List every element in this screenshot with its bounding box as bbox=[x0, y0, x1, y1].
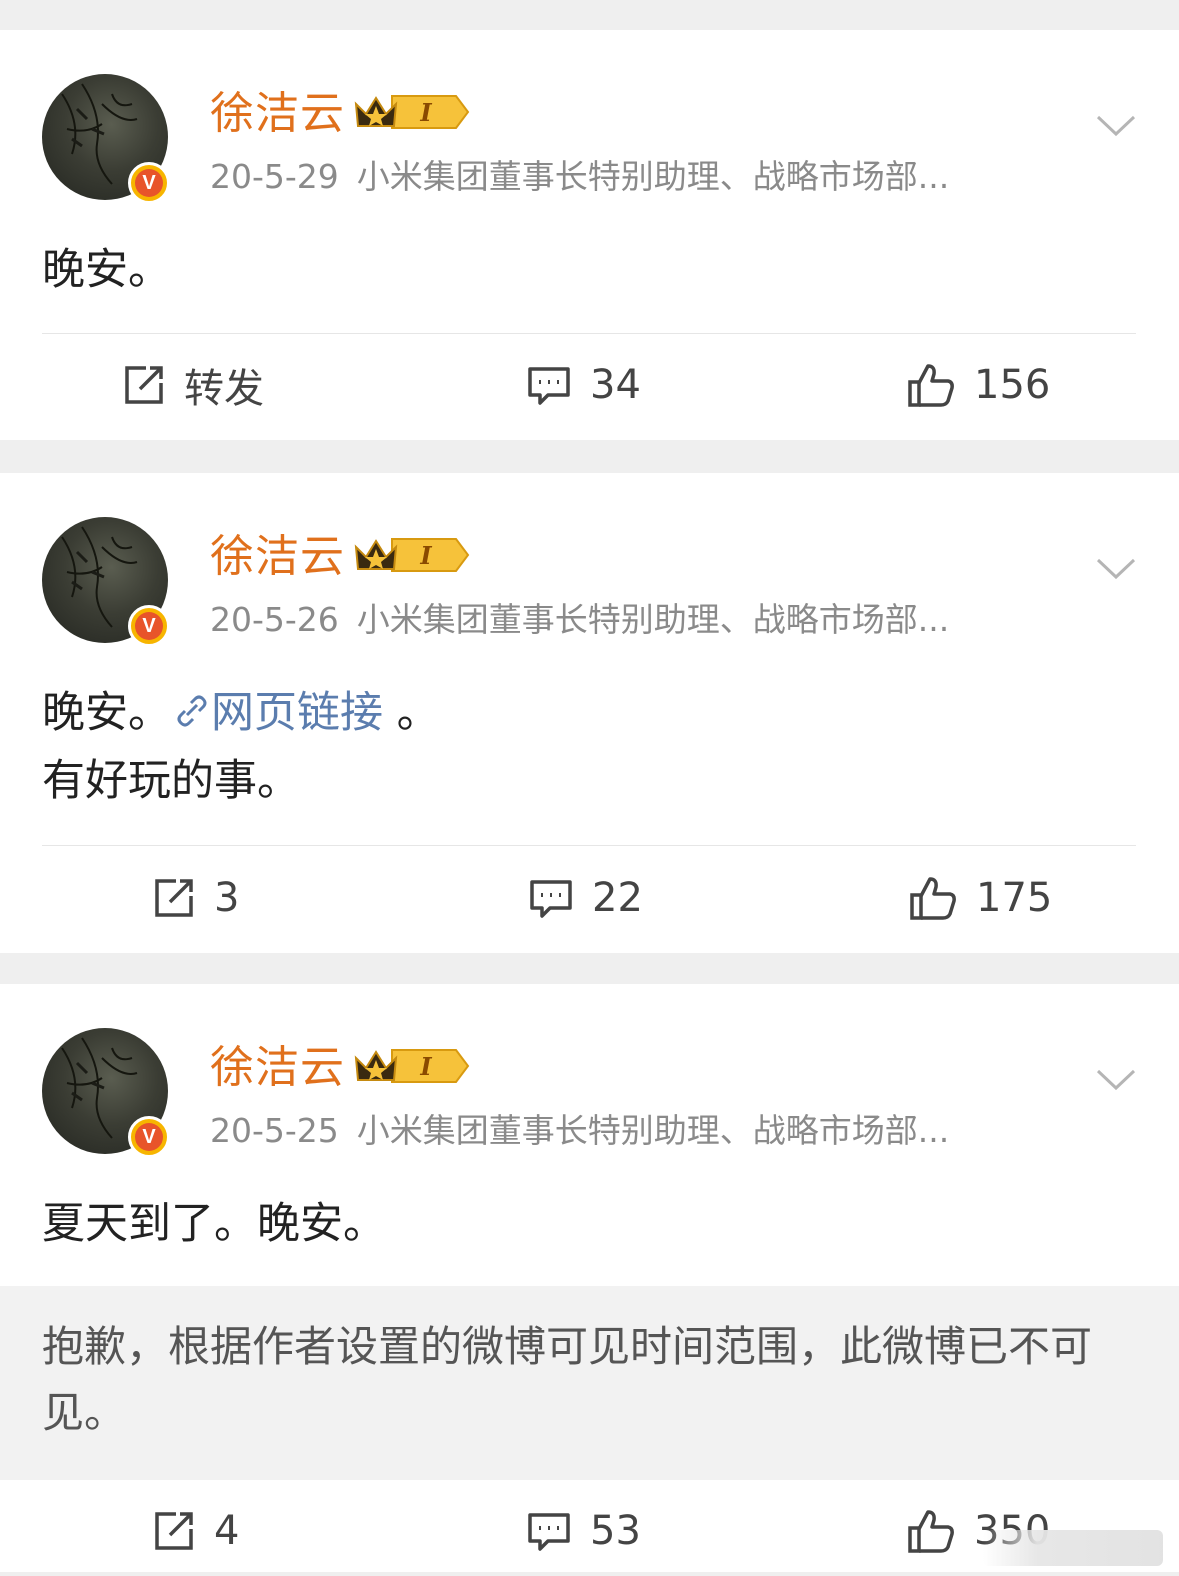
comment-button[interactable]: 22 bbox=[528, 853, 643, 943]
web-link[interactable]: 网页链接 bbox=[171, 688, 383, 738]
content-text: 。 bbox=[383, 688, 440, 738]
crown-level-badge[interactable]: I bbox=[352, 1044, 470, 1092]
post-date: 20-5-25 bbox=[210, 1111, 339, 1150]
author-bio: 小米集团董事长特别助理、战略市场部... bbox=[356, 157, 950, 196]
comment-icon bbox=[530, 880, 572, 918]
chevron-down-icon[interactable] bbox=[1096, 1068, 1136, 1096]
crown-level-badge[interactable]: I bbox=[352, 90, 470, 138]
content-line: 有好玩的事。 bbox=[42, 756, 300, 806]
comment-count: 22 bbox=[592, 875, 643, 921]
repost-icon bbox=[125, 366, 163, 404]
post-meta: 20-5-29 小米集团董事长特别助理、战略市场部... bbox=[210, 154, 949, 200]
link-icon bbox=[177, 695, 207, 727]
repost-button[interactable]: 3 bbox=[152, 853, 239, 943]
post-content: 夏天到了。晚安。 bbox=[42, 1190, 386, 1258]
post-date: 20-5-29 bbox=[210, 157, 339, 196]
like-button[interactable]: 156 bbox=[906, 340, 1050, 430]
post-meta: 20-5-25 小米集团董事长特别助理、战略市场部... bbox=[210, 1108, 949, 1154]
repost-button[interactable]: 转发 bbox=[122, 340, 264, 430]
content-text: 晚安。 bbox=[42, 688, 171, 738]
crown-level-badge[interactable]: I bbox=[352, 533, 470, 581]
watermark bbox=[983, 1530, 1163, 1566]
post-card[interactable]: V 徐洁云 I 20-5-25 小米集团董事长特别助理、战略市场部... 夏天到了… bbox=[0, 984, 1179, 1572]
hidden-post-notice[interactable]: 抱歉，根据作者设置的微博可见时间范围，此微博已不可见。 bbox=[0, 1286, 1179, 1480]
author-bio: 小米集团董事长特别助理、战略市场部... bbox=[356, 600, 950, 639]
repost-button[interactable]: 4 bbox=[152, 1486, 239, 1576]
author-name[interactable]: 徐洁云 bbox=[210, 1040, 345, 1096]
thumbs-up-icon bbox=[908, 364, 954, 407]
post-content: 晚安。 bbox=[42, 236, 171, 304]
author-name[interactable]: 徐洁云 bbox=[210, 529, 345, 585]
author-name[interactable]: 徐洁云 bbox=[210, 86, 345, 142]
link-text[interactable]: 网页链接 bbox=[211, 688, 383, 738]
thumbs-up-icon bbox=[908, 1510, 954, 1553]
comment-button[interactable]: 53 bbox=[526, 1486, 641, 1576]
repost-icon bbox=[155, 1512, 193, 1550]
comment-icon bbox=[528, 1513, 570, 1551]
chevron-down-icon[interactable] bbox=[1096, 114, 1136, 142]
author-bio: 小米集团董事长特别助理、战略市场部... bbox=[356, 1111, 950, 1150]
repost-count: 4 bbox=[214, 1508, 240, 1554]
repost-count: 3 bbox=[214, 875, 240, 921]
divider bbox=[42, 845, 1136, 846]
notice-text: 抱歉，根据作者设置的微博可见时间范围，此微博已不可见。 bbox=[42, 1322, 1093, 1437]
like-button[interactable]: 175 bbox=[908, 853, 1052, 943]
comment-icon bbox=[528, 367, 570, 405]
repost-label: 转发 bbox=[184, 366, 264, 412]
level-badge-text: I bbox=[419, 541, 432, 570]
repost-icon bbox=[155, 879, 193, 917]
divider bbox=[42, 333, 1136, 334]
like-count: 175 bbox=[976, 875, 1053, 921]
post-date: 20-5-26 bbox=[210, 600, 339, 639]
post-card[interactable]: V 徐洁云 I 20-5-26 小米集团董事长特别助理、战略市场部... 晚安。网… bbox=[0, 473, 1179, 953]
verified-v-icon: V bbox=[128, 1116, 170, 1158]
post-content: 晚安。 网页链接 。 有好玩的事。 bbox=[42, 679, 440, 815]
content-line: 晚安。 bbox=[42, 245, 171, 295]
thumbs-up-icon bbox=[910, 877, 956, 920]
action-bar: 3 22 175 bbox=[0, 853, 1179, 943]
post-meta: 20-5-26 小米集团董事长特别助理、战略市场部... bbox=[210, 597, 949, 643]
content-line: 晚安。 网页链接 。 bbox=[42, 679, 440, 747]
content-line: 夏天到了。晚安。 bbox=[42, 1199, 386, 1249]
comment-count: 53 bbox=[590, 1508, 641, 1554]
level-badge-text: I bbox=[419, 98, 432, 127]
level-badge-text: I bbox=[419, 1052, 432, 1081]
like-count: 156 bbox=[974, 362, 1051, 408]
verified-v-icon: V bbox=[128, 162, 170, 204]
verified-v-icon: V bbox=[128, 605, 170, 647]
chevron-down-icon[interactable] bbox=[1096, 557, 1136, 585]
post-card[interactable]: V 徐洁云 I 20-5-29 小米集团董事长特别助理、战略市场部... 晚安。 … bbox=[0, 30, 1179, 440]
comment-count: 34 bbox=[590, 362, 641, 408]
action-bar: 转发 34 156 bbox=[0, 340, 1179, 430]
comment-button[interactable]: 34 bbox=[526, 340, 641, 430]
